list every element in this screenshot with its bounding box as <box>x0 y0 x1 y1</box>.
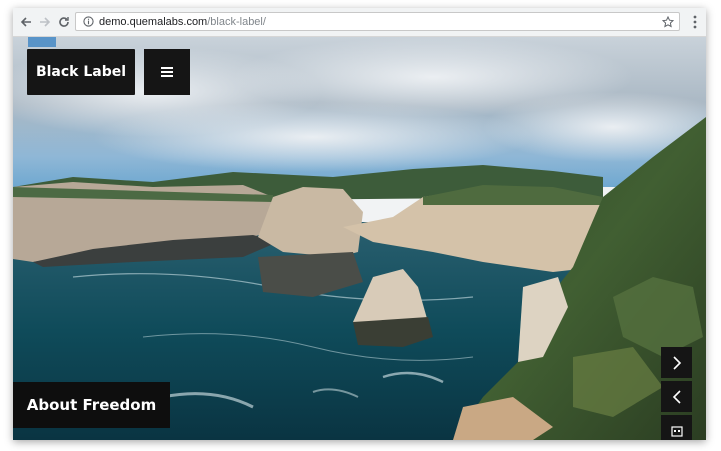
url-domain: demo.quemalabs.com <box>99 15 208 28</box>
hamburger-icon <box>161 67 173 77</box>
reload-icon <box>59 17 69 27</box>
reload-button[interactable] <box>55 13 73 31</box>
chevron-left-icon <box>672 389 681 404</box>
chevron-right-icon <box>672 355 681 370</box>
page-viewport: Black Label About Freedom <box>13 37 706 440</box>
arrow-right-icon <box>40 17 51 27</box>
star-icon[interactable] <box>661 15 675 29</box>
prev-slide-button[interactable] <box>661 381 692 412</box>
browser-window: demo.quemalabs.com/black-label/ Black La… <box>13 8 706 440</box>
forward-button[interactable] <box>36 13 54 31</box>
site-logo-button[interactable]: Black Label <box>27 49 135 95</box>
arrow-left-icon <box>20 17 31 27</box>
next-slide-button[interactable] <box>661 347 692 378</box>
vertical-dots-icon[interactable] <box>690 14 700 30</box>
slide-caption[interactable]: About Freedom <box>13 382 170 428</box>
gallery-button[interactable] <box>661 415 692 440</box>
browser-toolbar: demo.quemalabs.com/black-label/ <box>13 8 706 37</box>
gallery-icon <box>670 425 683 437</box>
menu-toggle-button[interactable] <box>144 49 190 95</box>
url-text: demo.quemalabs.com/black-label/ <box>99 16 266 28</box>
url-path: /black-label/ <box>207 15 266 28</box>
info-icon[interactable] <box>80 16 96 27</box>
hero-background-image <box>13 37 706 440</box>
back-button[interactable] <box>17 13 35 31</box>
address-bar[interactable]: demo.quemalabs.com/black-label/ <box>75 12 680 31</box>
